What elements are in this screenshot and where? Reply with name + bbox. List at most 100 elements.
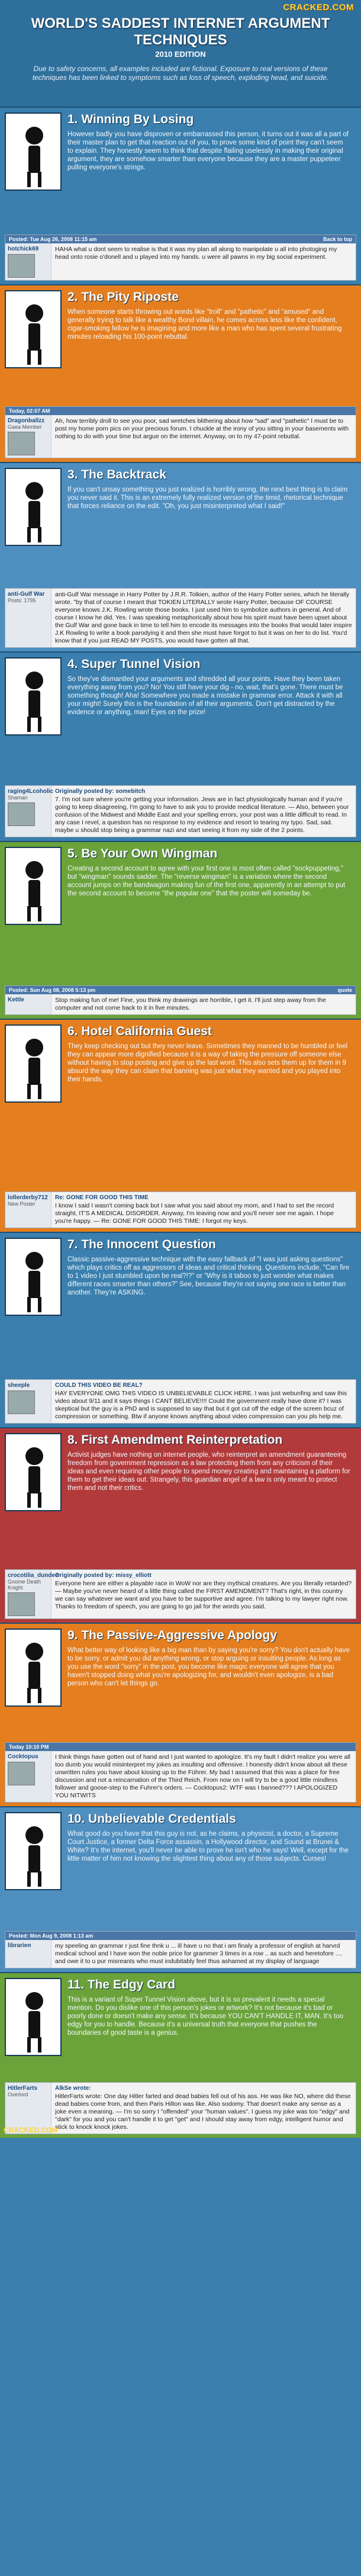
username[interactable]: sheeple bbox=[8, 1382, 49, 1389]
post-author: librarien bbox=[5, 1940, 51, 1968]
post-row: crocotilia_dundee Gnome Death Knight Orig… bbox=[5, 1570, 356, 1618]
user-rank: Gaea Member bbox=[8, 424, 42, 430]
post-author: anti-Gulf War Posts: 1795 bbox=[5, 589, 51, 647]
section-11: 11. The Edgy Card This is a variant of S… bbox=[0, 1972, 361, 2138]
forum-post: Today 10:10 PM Cocktopus I think things … bbox=[5, 1742, 356, 1803]
sections-list: 1. Winning By Losing However badly you h… bbox=[0, 107, 361, 2138]
section-text: They keep checking out but they never le… bbox=[67, 1043, 348, 1083]
post-author: lollerderby712 New Poster bbox=[5, 1192, 51, 1228]
section-title: 9. The Passive-Aggressive Apology bbox=[67, 1629, 278, 1642]
username[interactable]: hotchick69 bbox=[8, 246, 49, 252]
section-7: 7. The Innocent Question Classic passive… bbox=[0, 1232, 361, 1427]
section-text: Classic passive-aggressive technique wit… bbox=[67, 1256, 350, 1296]
disclaimer: Due to safety concerns, all examples inc… bbox=[32, 65, 329, 82]
user-rank: Shaman bbox=[8, 795, 28, 801]
section-head: 10. Unbelievable Credentials What good d… bbox=[0, 1807, 361, 1920]
post-text: 7. I'm not sure where you're getting you… bbox=[55, 796, 349, 834]
post-row: anti-Gulf War Posts: 1795 anti-Gulf War m… bbox=[5, 589, 356, 647]
post-body: Ah, how terribly droll to see you poor, … bbox=[55, 417, 349, 440]
post-subject: COULD THIS VIDEO BE REAL? bbox=[55, 1382, 143, 1389]
post-header-bar: Posted: Sun Aug 08, 2008 5:13 pm quote bbox=[5, 986, 356, 994]
section-head: 8. First Amendment Reinterpretation Acti… bbox=[0, 1428, 361, 1541]
username[interactable]: raging4Lcoholic bbox=[8, 788, 53, 795]
post-header-bar: Posted: Mon Aug 9, 2008 1:13 am bbox=[5, 1932, 356, 1940]
section-6: 6. Hotel California Guest They keep chec… bbox=[0, 1019, 361, 1232]
post-timestamp: Today, 02:07 AM bbox=[9, 408, 50, 414]
post-body: my speeling an grammar r just fine thnk … bbox=[55, 1942, 343, 1965]
section-title: 2. The Pity Riposte bbox=[67, 290, 179, 304]
post-body: HAHA what u dont seem to realise is that… bbox=[55, 246, 337, 261]
post-text: HAY EVERYONE OMG THIS VIDEO IS UNBELIEVA… bbox=[55, 1390, 347, 1420]
stick-figure-icon bbox=[5, 1812, 62, 1890]
post-row: hotchick69 HAHA what u dont seem to real… bbox=[5, 243, 356, 280]
back-to-top-link[interactable]: Back to top bbox=[323, 236, 352, 242]
section-text: What good do you have that this guy is n… bbox=[67, 1830, 349, 1862]
username[interactable]: anti-Gulf War bbox=[8, 591, 49, 598]
section-text: Activist judges have nothing on internet… bbox=[67, 1451, 350, 1492]
infographic-page: CRACKED.COM WORLD'S SADDEST INTERNET ARG… bbox=[0, 0, 361, 2576]
post-timestamp: Posted: Sun Aug 08, 2008 5:13 pm bbox=[9, 987, 96, 993]
post-row: raging4Lcoholic Shaman Originally posted … bbox=[5, 786, 356, 837]
post-row: sheeple COULD THIS VIDEO BE REAL? HAY EVE… bbox=[5, 1380, 356, 1423]
username[interactable]: Cocktopus bbox=[8, 1753, 49, 1760]
avatar bbox=[8, 802, 35, 826]
section-3: 3. The Backtrack If you can't unsay some… bbox=[0, 462, 361, 651]
section-text: However badly you have disproven or emba… bbox=[67, 131, 349, 171]
section-head: 11. The Edgy Card This is a variant of S… bbox=[0, 1973, 361, 2086]
username[interactable]: librarien bbox=[8, 1942, 49, 1949]
post-timestamp: Today 10:10 PM bbox=[9, 1744, 49, 1750]
forum-post: crocotilia_dundee Gnome Death Knight Orig… bbox=[5, 1569, 356, 1619]
post-body: Re: GONE FOR GOOD THIS TIME I know I said… bbox=[51, 1192, 356, 1228]
post-row: HitlerFarts Overlord AlkSe wrote: HitlerFa… bbox=[5, 2083, 356, 2134]
post-author: Dragonballzz Gaea Member bbox=[5, 415, 51, 458]
avatar bbox=[8, 1592, 35, 1616]
post-author: Cocktopus bbox=[5, 1751, 51, 1802]
username[interactable]: Dragonballzz bbox=[8, 417, 49, 424]
post-body: Stop making fun of me! Fine, you think m… bbox=[55, 997, 326, 1011]
quote-source: Originally posted by: missy_elliott bbox=[55, 1572, 152, 1579]
avatar bbox=[8, 432, 35, 455]
section-title: 7. The Innocent Question bbox=[67, 1238, 216, 1251]
section-text: What better way of looking like a big ma… bbox=[67, 1647, 350, 1687]
post-subject: Re: GONE FOR GOOD THIS TIME bbox=[55, 1194, 149, 1201]
forum-post: Posted: Mon Aug 9, 2008 1:13 am librarie… bbox=[5, 1931, 356, 1968]
section-head: 5. Be Your Own Wingman Creating a second… bbox=[0, 842, 361, 955]
stick-figure-icon bbox=[5, 1024, 62, 1103]
post-timestamp: Posted: Tue Aug 26, 2008 11:15 am bbox=[9, 236, 97, 242]
username[interactable]: crocotilia_dundee bbox=[8, 1572, 59, 1579]
section-text: If you can't unsay something you just re… bbox=[67, 486, 348, 510]
section-head: 7. The Innocent Question Classic passive… bbox=[0, 1233, 361, 1345]
quote-button[interactable]: quote bbox=[338, 987, 353, 993]
post-timestamp: Posted: Mon Aug 9, 2008 1:13 am bbox=[9, 1933, 94, 1939]
post-header-bar: Today, 02:07 AM bbox=[5, 407, 356, 415]
forum-post: Posted: Tue Aug 26, 2008 11:15 am Back to… bbox=[5, 235, 356, 281]
section-title: 8. First Amendment Reinterpretation bbox=[67, 1433, 283, 1447]
section-head: 3. The Backtrack If you can't unsay some… bbox=[0, 463, 361, 576]
forum-post: raging4Lcoholic Shaman Originally posted … bbox=[5, 785, 356, 837]
section-head: 2. The Pity Riposte When someone starts … bbox=[0, 285, 361, 398]
section-title: 6. Hotel California Guest bbox=[67, 1024, 212, 1038]
username[interactable]: HitlerFarts bbox=[8, 2085, 49, 2092]
post-header-bar: Posted: Tue Aug 26, 2008 11:15 am Back to… bbox=[5, 235, 356, 243]
post-row: Kettle Stop making fun of me! Fine, you … bbox=[5, 994, 356, 1014]
username[interactable]: lollerderby712 bbox=[8, 1194, 49, 1201]
stick-figure-icon bbox=[5, 290, 62, 368]
username[interactable]: Kettle bbox=[8, 997, 49, 1003]
post-header-bar: Today 10:10 PM bbox=[5, 1743, 356, 1751]
edition-label: 2010 EDITION bbox=[155, 50, 206, 59]
post-author: crocotilia_dundee Gnome Death Knight bbox=[5, 1570, 59, 1618]
stick-figure-icon bbox=[5, 1433, 62, 1511]
stick-figure-icon bbox=[5, 1629, 62, 1707]
post-author: raging4Lcoholic Shaman bbox=[5, 786, 53, 837]
stick-figure-icon bbox=[5, 847, 62, 925]
footer-brand-logo[interactable]: CRACKED.COM bbox=[4, 2126, 57, 2134]
section-9: 9. The Passive-Aggressive Apology What b… bbox=[0, 1623, 361, 1806]
brand-logo[interactable]: CRACKED.COM bbox=[283, 2, 354, 12]
post-row: Dragonballzz Gaea Member Ah, how terribly… bbox=[5, 415, 356, 458]
header: CRACKED.COM WORLD'S SADDEST INTERNET ARG… bbox=[0, 0, 361, 107]
section-text: So they've dismantled your arguments and… bbox=[67, 676, 343, 716]
avatar bbox=[8, 254, 35, 278]
section-8: 8. First Amendment Reinterpretation Acti… bbox=[0, 1427, 361, 1623]
user-rank: Gnome Death Knight bbox=[8, 1579, 41, 1591]
post-body: Originally posted by: missy_elliott Every… bbox=[51, 1570, 356, 1618]
